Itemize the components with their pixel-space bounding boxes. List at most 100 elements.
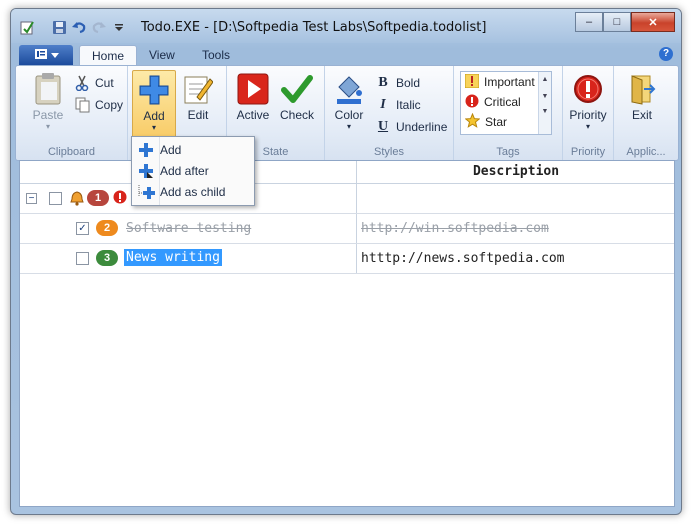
- undo-icon[interactable]: [71, 19, 87, 35]
- color-chevron-icon: ▾: [346, 122, 351, 131]
- task-checkbox-checked[interactable]: ✓: [76, 222, 89, 235]
- task-title-selected[interactable]: News writing: [124, 249, 222, 266]
- active-label: Active: [236, 108, 270, 122]
- active-button[interactable]: Active: [233, 72, 273, 122]
- play-icon: [236, 72, 270, 106]
- application-group: Exit Applic...: [614, 66, 678, 160]
- underline-icon: U: [377, 119, 389, 134]
- chevron-down-icon: [50, 48, 59, 62]
- scissors-icon: [74, 75, 90, 91]
- menu-item-add-as-child[interactable]: Add as child: [132, 182, 254, 202]
- copy-button[interactable]: Copy: [74, 96, 123, 114]
- bell-icon: [464, 73, 480, 91]
- tag-important-label: Important: [484, 75, 535, 89]
- task-checkbox[interactable]: [49, 192, 62, 205]
- italic-icon: I: [380, 97, 386, 112]
- menu-item-add-after[interactable]: Add after: [132, 161, 254, 181]
- edit-icon: [181, 72, 215, 106]
- description-column-header[interactable]: Description: [356, 161, 675, 183]
- priority-badge: 1: [87, 190, 109, 206]
- star-icon: [464, 112, 481, 131]
- task-checkbox[interactable]: [76, 252, 89, 265]
- priority-label: Priority: [569, 108, 607, 122]
- tags-group: Important Critical Star ▲ ▼ ▼ Tags: [454, 66, 563, 160]
- menu-item-label: Add as child: [160, 185, 226, 199]
- task-title[interactable]: Software testing: [126, 221, 251, 236]
- cut-label: Cut: [95, 76, 114, 90]
- task-list: Description − 1 ✓ 2 Software testing htt…: [19, 160, 675, 507]
- tab-home[interactable]: Home: [79, 45, 138, 66]
- edit-button[interactable]: Edit: [178, 72, 218, 122]
- add-label: Add: [143, 109, 165, 123]
- table-row[interactable]: − 1: [20, 184, 674, 214]
- quick-access-toolbar: [19, 19, 127, 35]
- priority-button[interactable]: Priority ▾: [566, 72, 610, 131]
- scroll-down-icon[interactable]: ▼: [539, 93, 551, 100]
- priority-group: Priority ▾ Priority: [563, 66, 614, 160]
- clipboard-group-label: Clipboard: [47, 146, 96, 158]
- app-icon[interactable]: [19, 19, 35, 35]
- add-button[interactable]: Add ▾: [132, 70, 176, 144]
- table-header: Description: [20, 161, 674, 184]
- bold-icon: B: [378, 75, 388, 90]
- menu-item-add[interactable]: Add: [132, 140, 254, 160]
- italic-button[interactable]: I Italic: [375, 96, 420, 114]
- add-chevron-icon: ▾: [151, 123, 156, 132]
- gallery-scroll[interactable]: ▲ ▼ ▼: [538, 72, 551, 134]
- styles-group: Color ▾ B Bold I Italic U Underline Styl…: [325, 66, 454, 160]
- add-after-icon: [132, 163, 160, 179]
- add-child-icon: [132, 184, 160, 200]
- edit-label: Edit: [187, 108, 209, 122]
- description-cell[interactable]: htttp://news.softpedia.com: [356, 244, 675, 273]
- tab-tools[interactable]: Tools: [190, 45, 242, 65]
- minimize-button[interactable]: –: [575, 12, 603, 32]
- tags-gallery[interactable]: Important Critical Star ▲ ▼ ▼: [460, 71, 552, 135]
- customize-icon[interactable]: [111, 19, 127, 35]
- description-cell[interactable]: http://win.softpedia.com: [356, 214, 675, 243]
- title-bar: Todo.EXE - [D:\Softpedia Test Labs\Softp…: [11, 9, 681, 43]
- ribbon-tabs: Home View Tools ?: [11, 43, 681, 66]
- tab-view[interactable]: View: [137, 45, 187, 65]
- checkmark-icon: [280, 72, 314, 106]
- paste-icon: [31, 72, 65, 106]
- qat-separator: [39, 19, 47, 35]
- exit-label: Exit: [631, 108, 652, 122]
- priority-chevron-icon: ▾: [585, 122, 590, 131]
- copy-label: Copy: [95, 98, 124, 112]
- underline-label: Underline: [396, 120, 448, 134]
- save-icon[interactable]: [51, 19, 67, 35]
- redo-icon[interactable]: [91, 19, 107, 35]
- collapse-toggle-icon[interactable]: −: [26, 193, 37, 204]
- cut-button[interactable]: Cut: [74, 74, 114, 92]
- priority-group-label: Priority: [570, 146, 606, 158]
- help-icon[interactable]: ?: [659, 47, 673, 61]
- check-button[interactable]: Check: [277, 72, 317, 122]
- paste-label: Paste: [32, 108, 64, 122]
- bold-button[interactable]: B Bold: [375, 74, 420, 92]
- table-row[interactable]: ✓ 2 Software testing http://win.softpedi…: [20, 214, 674, 244]
- add-dropdown-menu: Add Add after Add as child: [131, 136, 255, 206]
- exit-button[interactable]: Exit: [622, 72, 662, 122]
- underline-button[interactable]: U Underline: [375, 118, 447, 136]
- window-controls: – □ ✕: [575, 12, 675, 32]
- description-cell[interactable]: [356, 184, 675, 213]
- close-button[interactable]: ✕: [631, 12, 675, 32]
- color-button[interactable]: Color ▾: [329, 72, 369, 131]
- file-menu-button[interactable]: [19, 45, 73, 65]
- gallery-expand-icon[interactable]: ▼: [539, 108, 551, 115]
- table-row[interactable]: 3 News writing htttp://news.softpedia.co…: [20, 244, 674, 274]
- paste-button[interactable]: Paste ▾: [28, 72, 68, 131]
- scroll-up-icon[interactable]: ▲: [539, 76, 551, 83]
- file-menu-icon: [34, 48, 48, 63]
- app-window: Todo.EXE - [D:\Softpedia Test Labs\Softp…: [10, 8, 682, 515]
- bold-label: Bold: [396, 76, 421, 90]
- maximize-button[interactable]: □: [603, 12, 631, 32]
- color-label: Color: [334, 108, 364, 122]
- paint-bucket-icon: [332, 72, 366, 106]
- tags-group-label: Tags: [496, 146, 520, 158]
- check-label: Check: [279, 108, 314, 122]
- ribbon-panel: Paste ▾ Cut Copy Clipboard Add ▾ Edit Ac…: [15, 65, 679, 161]
- plus-icon: [132, 142, 160, 158]
- menu-item-label: Add after: [160, 164, 209, 178]
- plus-icon: [137, 73, 171, 107]
